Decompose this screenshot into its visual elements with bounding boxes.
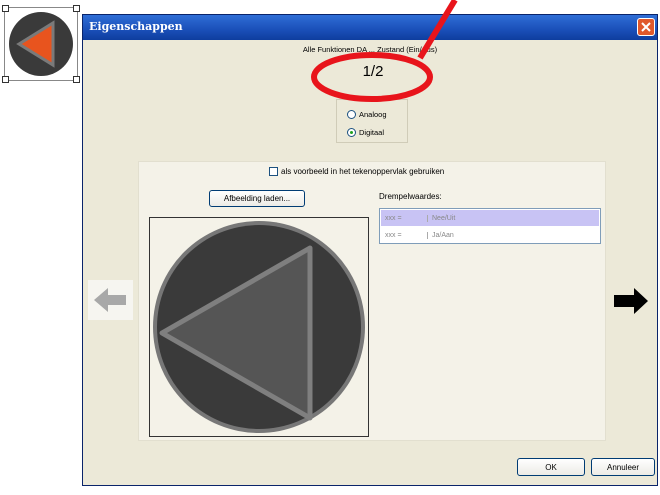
radio-digital-button[interactable] <box>347 127 356 137</box>
preview-image <box>153 221 365 433</box>
arrow-left-icon <box>94 288 126 312</box>
window-title: Eigenschappen <box>89 20 183 33</box>
title-bar[interactable]: Eigenschappen <box>83 15 657 40</box>
page-indicator: 1/2 <box>362 63 384 80</box>
thresholds-label: Drempelwaardes: <box>379 192 442 201</box>
thresholds-table: xxx = Nee/Uit xxx = Ja/Aan <box>379 208 601 244</box>
radio-digital-label: Digitaal <box>359 127 385 137</box>
radio-digital[interactable]: Digitaal <box>347 126 384 138</box>
image-preview <box>149 217 369 437</box>
radio-analog-button[interactable] <box>347 109 356 119</box>
properties-dialog: Eigenschappen Alle Funktionen DA ... Zus… <box>82 14 658 486</box>
prev-page-button[interactable] <box>88 280 133 320</box>
example-checkbox-label: als voorbeeld in het tekenoppervlak gebr… <box>281 167 445 176</box>
load-image-button[interactable]: Afbeelding laden... <box>209 190 305 207</box>
table-row[interactable]: xxx = Nee/Uit <box>381 210 599 226</box>
radio-analog[interactable]: Analoog <box>347 108 387 120</box>
threshold-value: xxx = <box>385 214 402 222</box>
thumbnail-icon <box>9 12 73 76</box>
threshold-state: Ja/Aan <box>427 231 454 239</box>
ok-button[interactable]: OK <box>517 458 585 476</box>
resize-handle[interactable] <box>2 76 9 83</box>
threshold-value: xxx = <box>385 231 402 239</box>
resize-handle[interactable] <box>2 5 9 12</box>
arrow-right-icon <box>614 288 648 314</box>
cancel-button[interactable]: Annuleer <box>591 458 655 476</box>
radio-analog-label: Analoog <box>359 109 387 119</box>
mode-radio-group: Analoog Digitaal <box>336 99 408 143</box>
image-panel: als voorbeeld in het tekenoppervlak gebr… <box>138 161 606 441</box>
dialog-subtitle: Alle Funktionen DA ... Zustand (Ein/Aus) <box>302 45 438 54</box>
thumbnail-frame[interactable] <box>2 5 80 83</box>
next-page-button[interactable] <box>610 283 652 319</box>
close-button[interactable] <box>637 18 655 36</box>
close-icon <box>641 22 651 32</box>
resize-handle[interactable] <box>73 76 80 83</box>
table-row[interactable]: xxx = Ja/Aan <box>381 227 599 243</box>
resize-handle[interactable] <box>73 5 80 12</box>
example-checkbox-row[interactable]: als voorbeeld in het tekenoppervlak gebr… <box>269 167 444 176</box>
threshold-state: Nee/Uit <box>427 214 455 222</box>
example-checkbox[interactable] <box>269 167 278 176</box>
